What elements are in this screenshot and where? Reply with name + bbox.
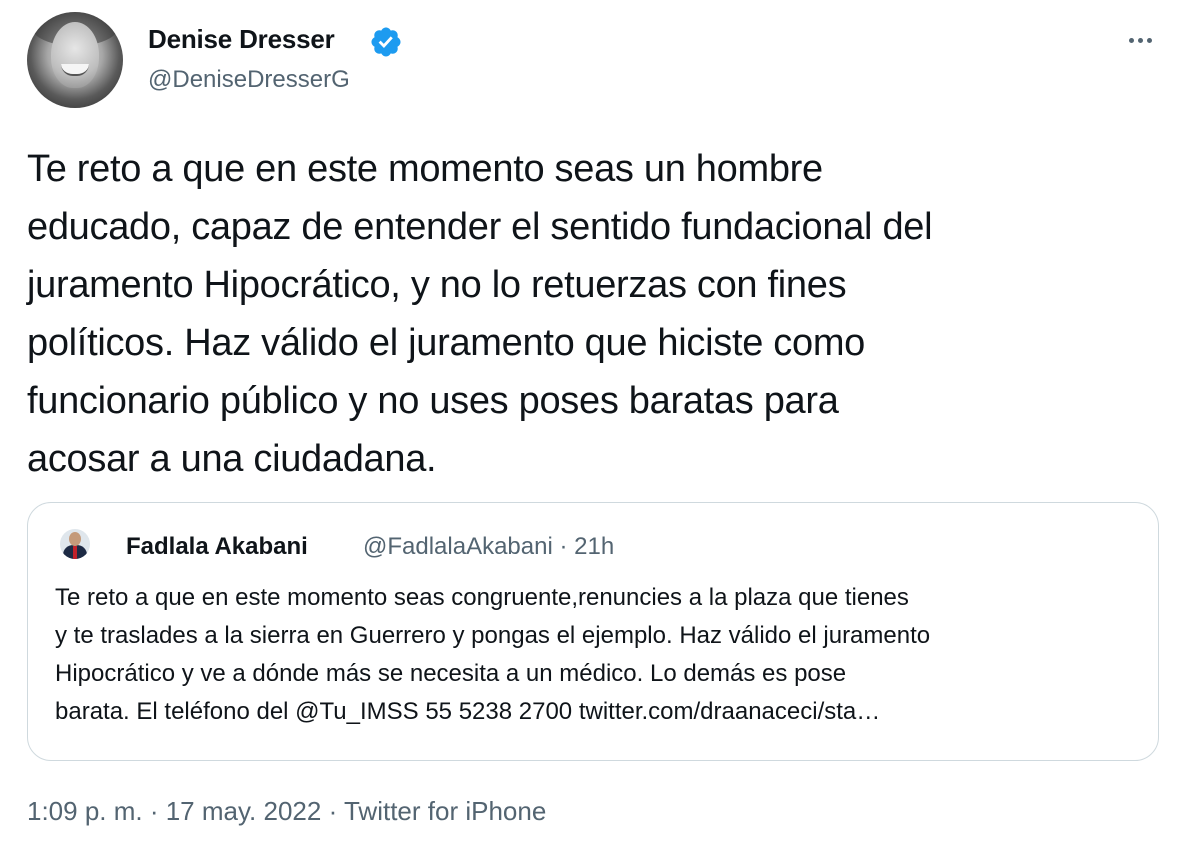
quoted-author-meta: @FadlalaAkabani · 21h: [363, 533, 615, 560]
tweet-card: Denise Dresser @DeniseDresserG Te reto a…: [0, 0, 1189, 863]
verified-badge-icon: [371, 27, 401, 57]
author-display-name[interactable]: Denise Dresser: [148, 24, 335, 55]
quoted-tweet[interactable]: Fadlala Akabani @FadlalaAkabani · 21h Te…: [27, 502, 1159, 761]
tweet-text: Te reto a que en este momento seas un ho…: [27, 148, 933, 480]
quoted-tweet-text: Te reto a que en este momento seas congr…: [55, 584, 931, 725]
author-handle[interactable]: @DeniseDresserG: [148, 66, 350, 94]
more-dot: [1128, 37, 1134, 43]
author-avatar[interactable]: [27, 12, 123, 108]
tweet-timestamp[interactable]: 1:09 p. m. · 17 may. 2022 · Twitter for …: [27, 796, 546, 827]
quoted-author-name: Fadlala Akabani: [126, 533, 308, 560]
more-dot: [1137, 37, 1143, 43]
more-options-icon[interactable]: [1120, 24, 1160, 56]
avatar-head: [69, 532, 81, 546]
avatar-tie: [73, 546, 77, 559]
avatar-face: [51, 22, 99, 88]
more-dot: [1146, 37, 1152, 43]
quoted-author-avatar: [60, 529, 90, 559]
